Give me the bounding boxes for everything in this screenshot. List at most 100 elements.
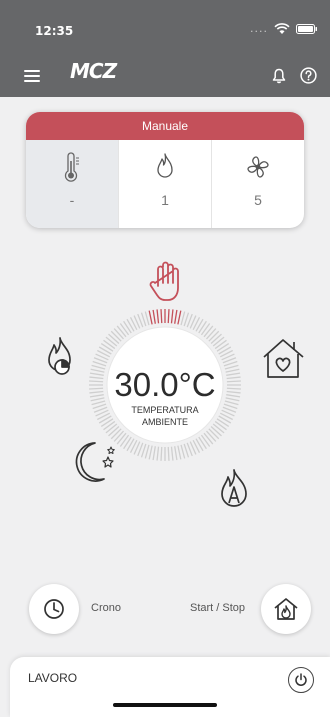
signal-dots: .... <box>250 22 268 35</box>
dial-tick <box>167 446 170 461</box>
temperature-readout: 30.0°C <box>114 366 216 403</box>
crono-button[interactable] <box>29 584 79 634</box>
home-heart-icon[interactable] <box>263 339 304 378</box>
dial-tick <box>206 328 217 340</box>
dial-tick <box>156 446 160 461</box>
nav-bar: MCZ <box>0 50 330 96</box>
dial-tick <box>203 432 214 445</box>
dial-tick <box>167 309 170 324</box>
status-time: 12:35 <box>35 24 74 38</box>
dial-tick <box>108 333 120 344</box>
dial-tick <box>226 390 241 394</box>
flame-timer-icon[interactable] <box>48 337 71 375</box>
dial-tick <box>152 446 156 461</box>
dial-tick <box>123 436 132 450</box>
fan-value: 5 <box>254 192 262 208</box>
status-bar: 12:35 .... <box>0 0 330 50</box>
dial-tick <box>180 311 186 326</box>
fan-column[interactable]: 5 <box>212 140 304 228</box>
start-stop-button[interactable] <box>261 584 311 634</box>
fan-icon <box>247 156 269 178</box>
dial-tick <box>226 387 241 390</box>
dial-tick <box>212 336 225 347</box>
clock-icon <box>44 599 64 619</box>
power-icon <box>295 673 307 686</box>
dial-tick <box>160 309 163 324</box>
crono-label: Crono <box>91 602 121 614</box>
moon-stars-icon[interactable] <box>75 442 115 482</box>
dial-tick <box>170 446 174 461</box>
start-stop-label: Start / Stop <box>190 602 246 614</box>
dial-tick <box>226 372 241 376</box>
status-icons: .... <box>250 22 318 35</box>
dial-tick <box>89 387 104 390</box>
work-status-title: LAVORO <box>28 671 78 685</box>
dial-tick <box>144 311 150 326</box>
dial-tick <box>216 343 230 352</box>
home-flame-icon <box>274 598 298 620</box>
mode-card: Manuale - 1 5 <box>26 112 304 228</box>
dial-tick <box>174 446 178 461</box>
power-value: 1 <box>161 192 169 208</box>
dial-tick <box>100 343 114 352</box>
dial-tick <box>214 339 227 350</box>
dial-tick <box>160 446 163 461</box>
dial-tick <box>177 310 182 325</box>
dial-tick <box>113 430 124 442</box>
manual-hand-icon[interactable] <box>149 261 179 301</box>
dial-tick <box>113 328 124 340</box>
hamburger-menu-icon[interactable] <box>24 70 40 84</box>
auto-flame-icon[interactable] <box>221 469 247 507</box>
flame-icon <box>157 153 173 178</box>
temperature-label-2: AMBIENTE <box>141 417 188 427</box>
dial-tick <box>177 445 182 460</box>
dial-tick <box>110 428 122 440</box>
dial-tick <box>119 323 130 336</box>
dial-tick <box>144 444 150 459</box>
temperature-label-1: TEMPERATURA <box>131 405 199 415</box>
work-panel: LAVORO <box>10 657 330 717</box>
dial-tick <box>198 436 207 450</box>
power-column[interactable]: 1 <box>119 140 212 228</box>
bell-icon[interactable] <box>272 68 286 84</box>
dial-tick <box>226 376 241 380</box>
dial-tick <box>156 309 160 324</box>
dial-tick <box>226 394 241 398</box>
dial-tick <box>210 333 222 344</box>
dial-tick <box>174 309 178 324</box>
dial-tick <box>148 310 153 325</box>
mode-label[interactable]: Manuale <box>26 112 304 140</box>
thermometer-icon <box>64 152 79 182</box>
dial-tick <box>208 330 220 342</box>
dial-tick <box>200 434 211 447</box>
temperature-value: - <box>69 192 75 208</box>
help-icon[interactable] <box>300 67 317 84</box>
dial-tick <box>200 323 211 336</box>
dial-readout: 30.0°C TEMPERATURA AMBIENTE <box>102 366 228 428</box>
dial-tick <box>103 339 116 350</box>
dial-tick <box>116 432 127 445</box>
dial-tick <box>123 320 132 334</box>
temperature-column[interactable]: - <box>26 140 119 228</box>
dial-tick <box>148 445 153 460</box>
home-indicator <box>113 703 217 707</box>
dial-tick <box>152 309 156 324</box>
battery-icon <box>296 23 317 34</box>
dial-tick <box>116 325 127 338</box>
dial-tick <box>110 330 122 342</box>
app-header: 12:35 .... MCZ <box>0 0 330 97</box>
power-button[interactable] <box>288 667 314 693</box>
dial-tick <box>210 426 222 437</box>
dial-tick <box>180 444 186 459</box>
dial-tick <box>226 380 241 383</box>
wifi-icon <box>274 22 290 34</box>
dial-tick <box>170 309 174 324</box>
dial-tick <box>206 430 217 442</box>
dial-area: 30.0°C TEMPERATURA AMBIENTE <box>0 250 330 550</box>
dial-tick <box>119 434 130 447</box>
dial-tick <box>105 336 118 347</box>
dial-tick <box>108 426 120 437</box>
mcz-logo: MCZ <box>70 59 117 83</box>
dial-tick <box>89 380 104 383</box>
dial-tick <box>198 320 207 334</box>
